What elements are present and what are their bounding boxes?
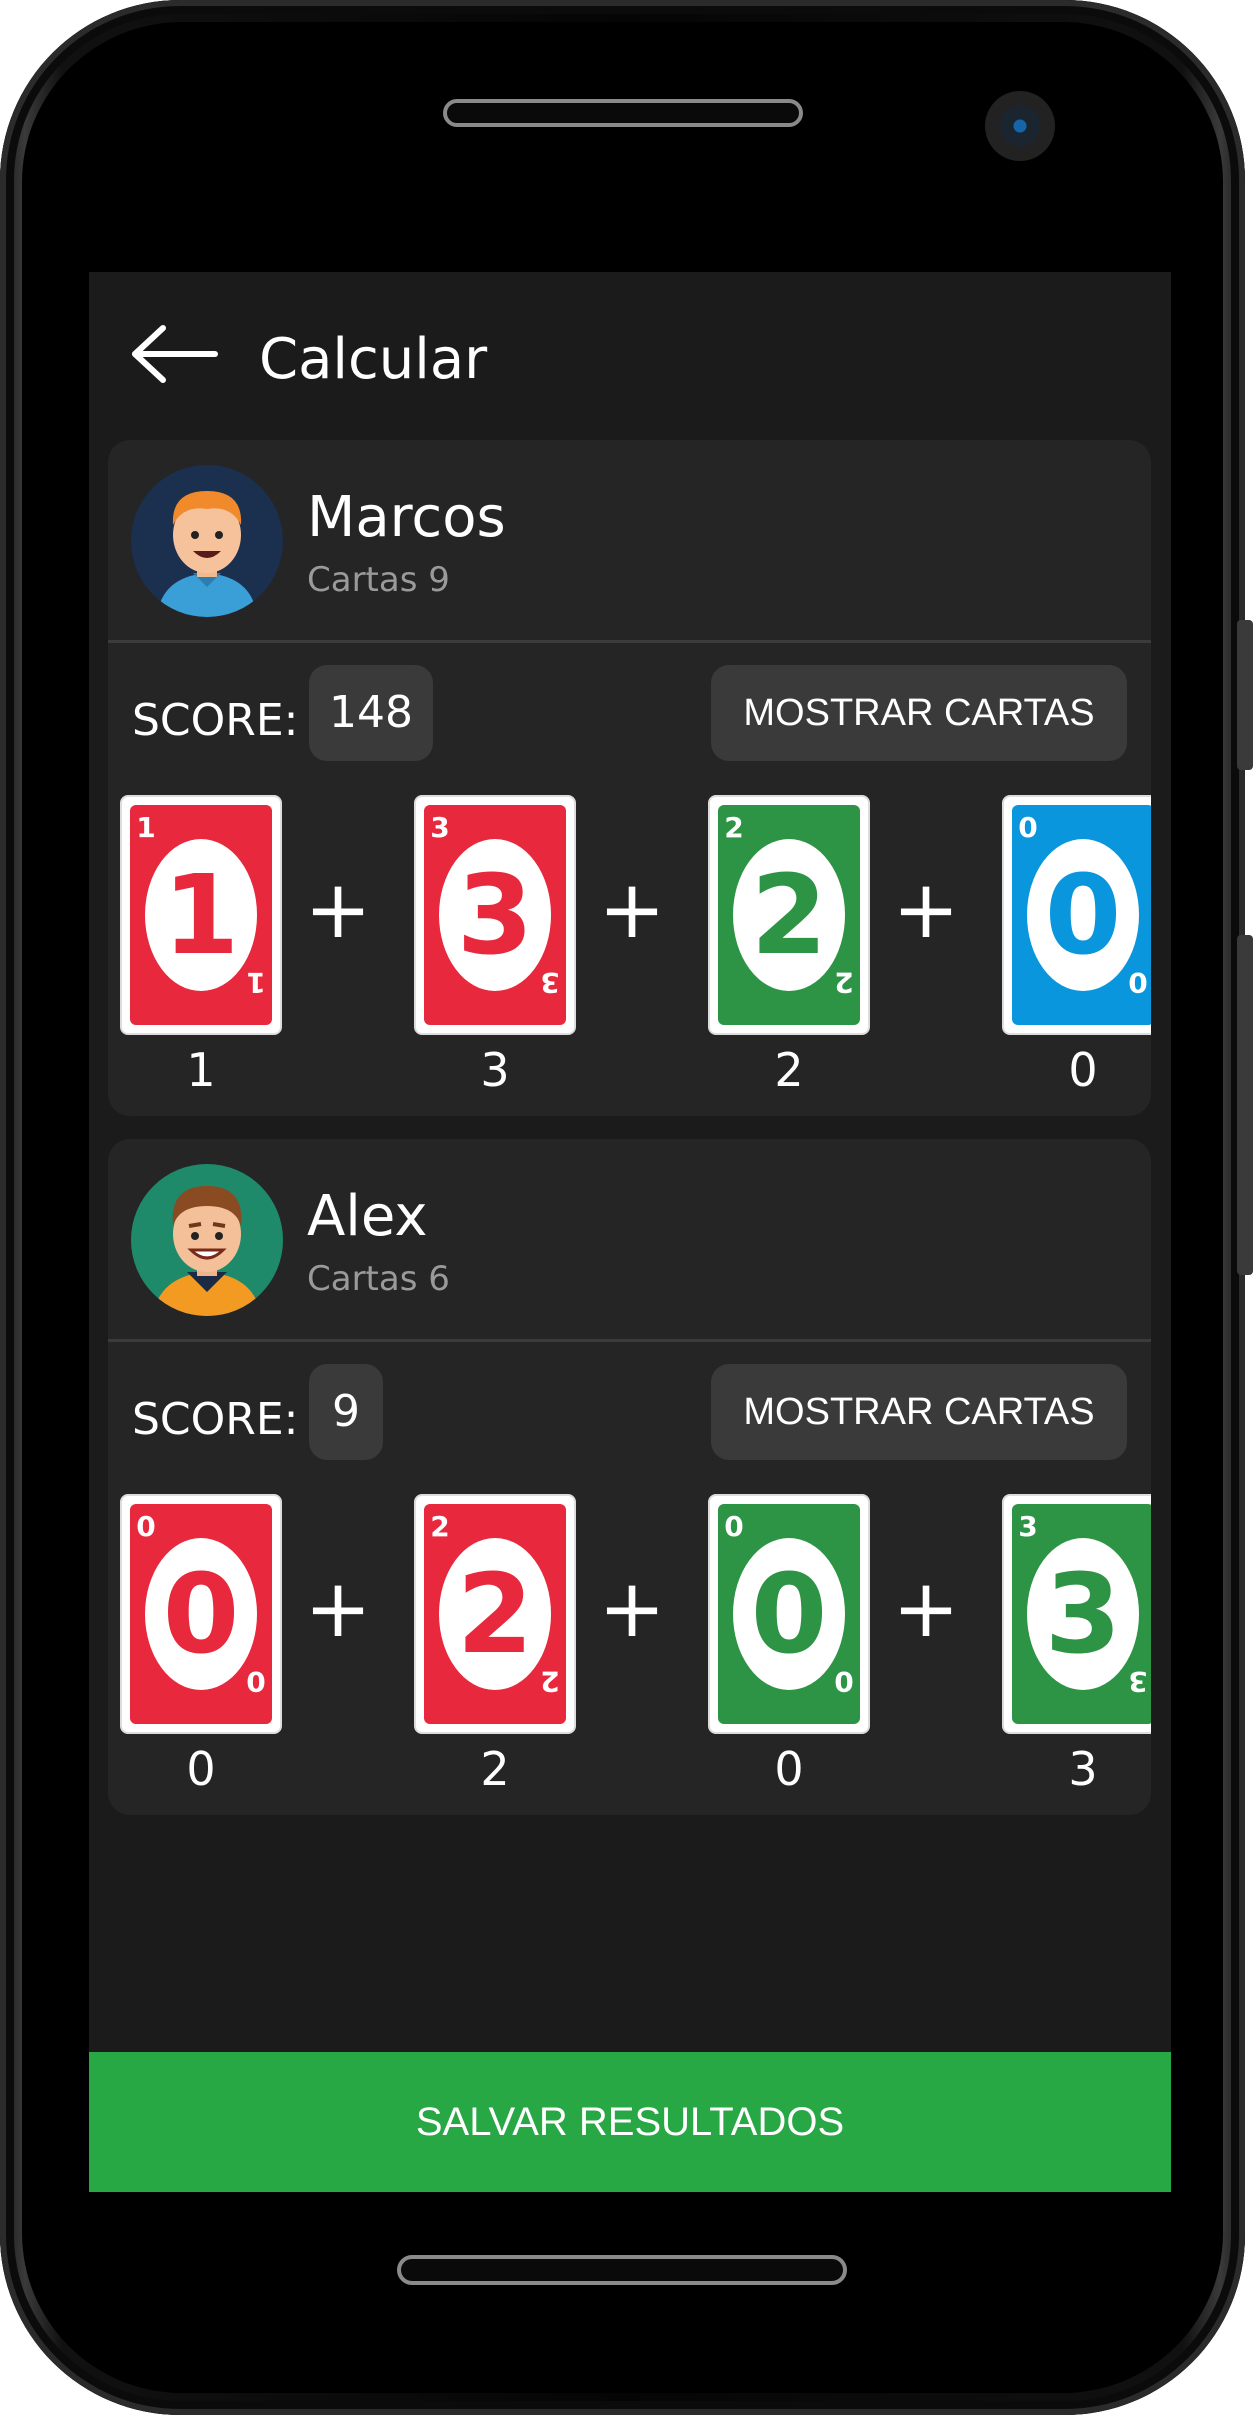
uno-card: 111: [120, 795, 282, 1035]
card-value: 0: [186, 1742, 216, 1796]
svg-text:3: 3: [1128, 1665, 1147, 1698]
svg-text:0: 0: [724, 1510, 743, 1543]
card-value: 3: [480, 1043, 510, 1097]
player-header: Alex Cartas 6: [108, 1139, 1151, 1342]
player-card-alex: Alex Cartas 6 SCORE: 9 MOSTRAR CARTAS 00…: [108, 1139, 1151, 1815]
svg-text:2: 2: [457, 1550, 534, 1678]
svg-text:1: 1: [136, 811, 155, 844]
svg-text:2: 2: [540, 1665, 559, 1698]
player-cards-count: Cartas 6: [307, 1259, 450, 1299]
uno-card: 000: [708, 1494, 870, 1734]
player-header: Marcos Cartas 9: [108, 440, 1151, 643]
card-value: 0: [774, 1742, 804, 1796]
plus-sign: +: [598, 1562, 666, 1655]
arrow-left-icon[interactable]: [129, 324, 219, 384]
svg-text:3: 3: [1045, 1550, 1122, 1678]
avatar: [131, 465, 283, 617]
plus-sign: +: [304, 863, 372, 956]
plus-sign: +: [892, 863, 960, 956]
uno-card: 000: [1002, 795, 1151, 1035]
player-cards-count: Cartas 9: [307, 560, 450, 600]
svg-text:3: 3: [540, 966, 559, 999]
plus-sign: +: [304, 1562, 372, 1655]
svg-text:0: 0: [1018, 811, 1037, 844]
volume-button: [1237, 620, 1253, 770]
uno-card: 222: [708, 795, 870, 1035]
svg-text:1: 1: [246, 966, 265, 999]
svg-text:0: 0: [136, 1510, 155, 1543]
svg-text:2: 2: [834, 966, 853, 999]
svg-text:0: 0: [751, 1550, 828, 1678]
svg-text:3: 3: [430, 811, 449, 844]
score-field[interactable]: 148: [309, 665, 433, 761]
app-screen: Calcular Marcos Cartas 9 SCORE: 148 MOST…: [89, 272, 1171, 2192]
show-cards-button[interactable]: MOSTRAR CARTAS: [711, 1364, 1127, 1460]
player-name: Alex: [307, 1184, 428, 1249]
page-title: Calcular: [259, 327, 488, 392]
avatar: [131, 1164, 283, 1316]
cards-row: 0 0 0 0 +2 2 2 2 +0 0 0 0 +3 3 3 3: [108, 1494, 1151, 1814]
player-name: Marcos: [307, 485, 506, 550]
svg-text:0: 0: [246, 1665, 265, 1698]
front-camera: [985, 91, 1055, 161]
card-value: 2: [774, 1043, 804, 1097]
card-value: 2: [480, 1742, 510, 1796]
svg-text:2: 2: [430, 1510, 449, 1543]
power-button: [1237, 935, 1253, 1275]
uno-card: 000: [120, 1494, 282, 1734]
svg-text:1: 1: [163, 851, 240, 979]
app-bar: Calcular: [89, 272, 1171, 442]
earpiece-speaker: [443, 99, 803, 127]
uno-card: 333: [414, 795, 576, 1035]
plus-sign: +: [892, 1562, 960, 1655]
show-cards-button[interactable]: MOSTRAR CARTAS: [711, 665, 1127, 761]
svg-text:3: 3: [457, 851, 534, 979]
home-bar: [397, 2255, 847, 2285]
player-card-marcos: Marcos Cartas 9 SCORE: 148 MOSTRAR CARTA…: [108, 440, 1151, 1116]
phone-frame: Calcular Marcos Cartas 9 SCORE: 148 MOST…: [0, 0, 1253, 2415]
score-field[interactable]: 9: [309, 1364, 383, 1460]
card-value: 3: [1068, 1742, 1098, 1796]
uno-card: 333: [1002, 1494, 1151, 1734]
svg-text:0: 0: [163, 1550, 240, 1678]
score-label: SCORE:: [132, 1394, 299, 1445]
cards-row: 1 1 1 1 +3 3 3 3 +2 2 2 2 +0 0 0 0: [108, 795, 1151, 1115]
card-value: 1: [186, 1043, 216, 1097]
svg-text:0: 0: [1045, 851, 1122, 979]
plus-sign: +: [598, 863, 666, 956]
card-value: 0: [1068, 1043, 1098, 1097]
uno-card: 222: [414, 1494, 576, 1734]
score-label: SCORE:: [132, 695, 299, 746]
svg-text:3: 3: [1018, 1510, 1037, 1543]
svg-text:0: 0: [834, 1665, 853, 1698]
svg-text:2: 2: [724, 811, 743, 844]
svg-text:2: 2: [751, 851, 828, 979]
save-results-button[interactable]: SALVAR RESULTADOS: [89, 2052, 1171, 2192]
svg-text:0: 0: [1128, 966, 1147, 999]
